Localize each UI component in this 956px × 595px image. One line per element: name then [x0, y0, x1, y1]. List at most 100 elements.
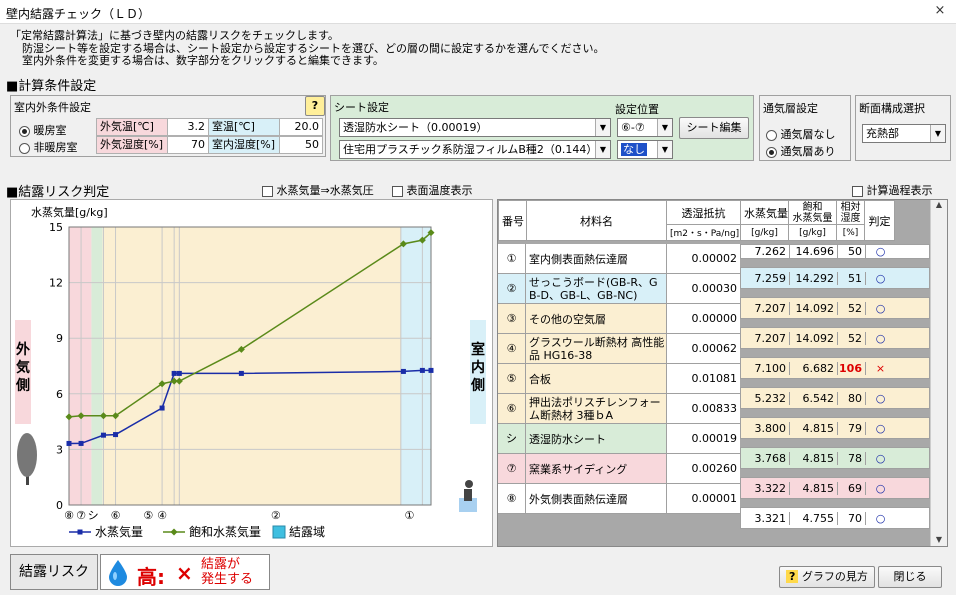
out-hum-value[interactable]: 70	[167, 136, 209, 154]
graph-help-button[interactable]: ? グラフの見方	[779, 566, 875, 588]
row-resistance: 0.00062	[666, 334, 740, 364]
table-row[interactable]: ③ その他の空気層	[498, 304, 666, 334]
boundary-row: 7.100 6.682 106 ×	[740, 357, 930, 379]
section-panel: 断面構成選択 充熱部 ▼	[855, 95, 951, 161]
y-tick-label: 9	[56, 332, 63, 345]
sheet1-select[interactable]: 透湿防水シート（0.00019） ▼	[339, 118, 611, 137]
out-hum-label: 外気湿度[%]	[96, 136, 168, 154]
x-tick-label: ⑥	[111, 509, 121, 522]
table-row[interactable]: ⑤ 合板	[498, 364, 666, 394]
vapor-point	[113, 432, 119, 438]
position1-select[interactable]: ⑥-⑦ ▼	[617, 118, 673, 137]
pressure-checkbox[interactable]: 水蒸気量⇒水蒸気圧	[262, 182, 374, 198]
section-title: 断面構成選択	[859, 102, 925, 115]
boundary-vapor: 7.100	[754, 361, 787, 375]
process-checkbox[interactable]: 計算過程表示	[852, 182, 933, 198]
result-table: 番号 材料名 透湿抵抗 水蒸気量 飽和 水蒸気量 相対 湿度 判定 [m2・s・Pa/ng][…	[498, 199, 930, 529]
boundary-saturation: 6.542	[789, 391, 837, 405]
help-button[interactable]: ?	[305, 96, 325, 116]
inside-label-char: 室	[471, 341, 485, 358]
risk-level: 高:	[137, 565, 165, 589]
table-row[interactable]: シ透湿防水シート	[498, 424, 666, 454]
row-material: その他の空気層	[529, 312, 606, 326]
scroll-up-icon[interactable]: ▲	[931, 200, 947, 209]
table-row[interactable]: ① 室内側表面熱伝達層	[498, 244, 666, 274]
radio-vent-yes[interactable]: 通気層あり	[766, 143, 836, 159]
legend-sat-marker	[170, 528, 178, 536]
outside-label-char: 気	[16, 359, 30, 376]
section-select[interactable]: 充熱部 ▼	[862, 124, 946, 143]
table-row[interactable]: ② せっこうボード(GB-R、GB-D、GB-L、GB-NC)	[498, 274, 666, 304]
out-temp-value[interactable]: 3.2	[167, 118, 209, 136]
row-material: 窯業系サイディング	[529, 462, 628, 476]
radio-vent-none[interactable]: 通気層なし	[766, 126, 836, 142]
result-table-panel: ▲ ▼ 番号 材料名 透湿抵抗 水蒸気量 飽和 水蒸気量 相対 湿度 判定 [m2・s・Pa/…	[497, 199, 948, 547]
inside-label-char: 内	[471, 359, 485, 376]
risk-message: 結露が 発生する	[201, 557, 254, 587]
row-no: ②	[498, 274, 526, 304]
radio-heated[interactable]: 暖房室	[19, 122, 67, 138]
in-temp-value[interactable]: 20.0	[279, 118, 323, 136]
boundary-vapor: 3.321	[754, 511, 787, 525]
person-icon	[465, 480, 473, 488]
row-resistance: 0.00260	[666, 454, 740, 484]
water-drop-icon	[109, 560, 127, 586]
table-scrollbar[interactable]: ▲ ▼	[930, 200, 947, 546]
y-tick-label: 3	[56, 443, 63, 456]
vapor-point	[176, 370, 182, 376]
row-no: シ	[498, 424, 526, 454]
surface-temp-checkbox[interactable]: 表面温度表示	[392, 182, 473, 198]
sheet2-select[interactable]: 住宅用プラスチック系防湿フィルムB種2（0.144） ▼	[339, 140, 611, 159]
boundary-rh: 51	[837, 271, 865, 285]
boundary-rh: 80	[837, 391, 865, 405]
scroll-down-icon[interactable]: ▼	[931, 535, 947, 544]
y-tick-label: 0	[56, 499, 63, 512]
row-resistance: 0.00030	[666, 274, 740, 304]
boundary-vapor: 7.207	[754, 301, 787, 315]
row-material: 外気側表面熱伝達層	[529, 492, 628, 506]
risk-result-label: 結露リスク	[10, 554, 98, 590]
row-no: ⑦	[498, 454, 526, 484]
layer-band	[69, 227, 92, 505]
boundary-rh: 52	[837, 301, 865, 315]
vapor-point	[428, 367, 434, 373]
boundary-judge-icon: ○	[865, 481, 895, 495]
row-resistance: 0.00002	[666, 244, 740, 274]
boundary-rh: 70	[837, 511, 865, 525]
table-row[interactable]: ④ グラスウール断熱材 高性能品 HG16-38	[498, 334, 666, 364]
boundary-vapor: 3.322	[754, 481, 787, 495]
question-icon: ?	[786, 570, 799, 583]
close-icon[interactable]: ×	[932, 3, 948, 19]
radio-unheated[interactable]: 非暖房室	[19, 139, 78, 155]
close-button[interactable]: 閉じる	[878, 566, 942, 588]
out-temp-label: 外気温[℃]	[96, 118, 168, 136]
boundary-vapor: 3.768	[754, 451, 787, 465]
intro-line-1: 「定常結露計算法」に基づき壁内の結露リスクをチェックします。	[10, 29, 339, 42]
sheet-edit-button[interactable]: シート編集	[679, 117, 749, 139]
table-row[interactable]: ⑥ 押出法ポリスチレンフォーム断熱材 3種ｂA	[498, 394, 666, 424]
boundary-judge-icon: ○	[865, 331, 895, 345]
x-tick-label: ②	[271, 509, 281, 522]
row-resistance: 0.00833	[666, 394, 740, 424]
in-hum-value[interactable]: 50	[279, 136, 323, 154]
x-tick-label: シ	[88, 509, 99, 522]
boundary-row: 3.321 4.755 70 ○	[740, 507, 930, 529]
table-row[interactable]: ⑧ 外気側表面熱伝達層	[498, 484, 666, 514]
boundary-vapor: 5.232	[754, 391, 787, 405]
y-axis-label: 水蒸気量[g/kg]	[31, 205, 108, 219]
risk-heading: ■結露リスク判定	[6, 185, 110, 200]
table-row[interactable]: ⑦ 窯業系サイディング	[498, 454, 666, 484]
row-no: ①	[498, 244, 526, 274]
row-resistance: 0.00000	[666, 304, 740, 334]
vapor-point	[66, 440, 72, 446]
row-resistance: 0.00019	[666, 424, 740, 454]
boundary-saturation: 14.092	[789, 331, 837, 345]
row-resistance: 0.01081	[666, 364, 740, 394]
risk-result-box: 高: × 結露が 発生する	[100, 554, 270, 590]
position2-select[interactable]: なし ▼	[617, 140, 673, 159]
x-tick-label: ④	[157, 509, 167, 522]
boundary-judge-icon: ○	[865, 301, 895, 315]
vapor-point	[171, 370, 177, 376]
vapor-point	[100, 432, 106, 438]
boundary-row: 3.322 4.815 69 ○	[740, 477, 930, 499]
